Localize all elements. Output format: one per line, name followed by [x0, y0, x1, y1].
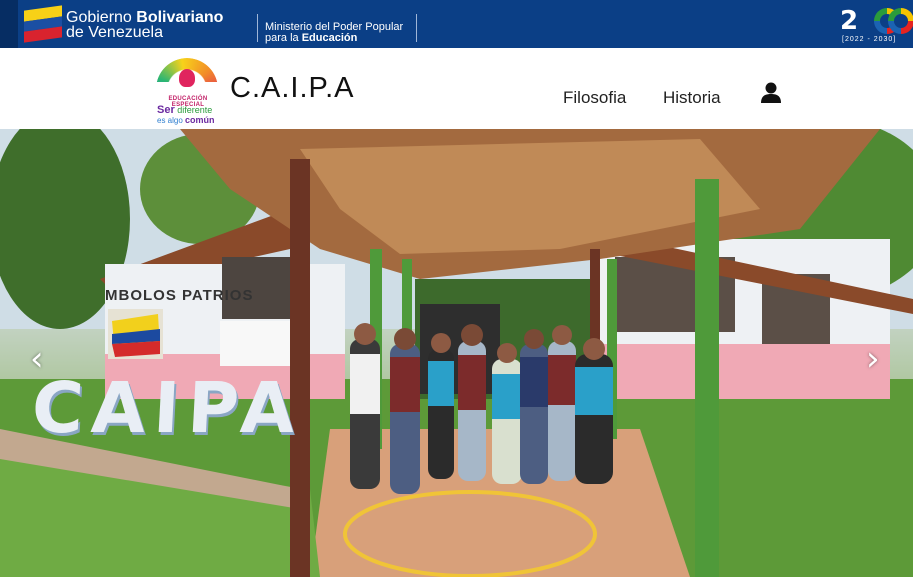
logo-line3: es algo común: [157, 115, 215, 125]
government-title: Gobierno Bolivariano de Venezuela: [66, 10, 223, 41]
site-navbar: EDUCACIÓN ESPECIAL Ser diferente es algo…: [0, 48, 913, 129]
logo-line3-prefix: es algo: [157, 116, 186, 125]
ministry-line2: para la: [265, 32, 302, 44]
site-title[interactable]: C.A.I.P.A: [230, 72, 355, 105]
caipa-logo[interactable]: EDUCACIÓN ESPECIAL Ser diferente es algo…: [153, 58, 223, 125]
logo-line3-bold: común: [185, 115, 215, 125]
logo-line2-rest: diferente: [174, 105, 213, 115]
banner-edge: [0, 0, 18, 48]
hero-carousel: MBOLOS PATRIOS CAIPA ‹ ›: [0, 129, 913, 577]
nav-link-filosofia[interactable]: Filosofia: [563, 88, 626, 108]
gov-title-line2: de Venezuela: [66, 24, 163, 41]
carousel-next-button[interactable]: ›: [866, 339, 880, 379]
venezuela-flag-icon: [24, 5, 62, 43]
ministry-title: Ministerio del Poder Popular para la Edu…: [265, 22, 403, 44]
caipa-sign-letters: CAIPA: [29, 367, 305, 449]
ministry-line2-bold: Educación: [301, 32, 358, 44]
bicentennial-ring-icon: [888, 8, 913, 34]
bicentennial-logo: 2 [2022 - 2030]: [840, 6, 913, 44]
bicentennial-number: 2: [840, 6, 858, 36]
carousel-prev-button[interactable]: ‹: [30, 339, 44, 379]
divider: [416, 14, 417, 42]
bicentennial-years: [2022 - 2030]: [842, 36, 897, 43]
mural-text: MBOLOS PATRIOS: [105, 287, 254, 304]
user-icon[interactable]: [760, 81, 782, 105]
hero-photo: [0, 129, 913, 577]
government-banner: Gobierno Bolivariano de Venezuela Minist…: [0, 0, 913, 48]
child-figure-icon: [179, 69, 195, 87]
divider: [257, 14, 258, 42]
nav-link-historia[interactable]: Historia: [663, 88, 721, 108]
